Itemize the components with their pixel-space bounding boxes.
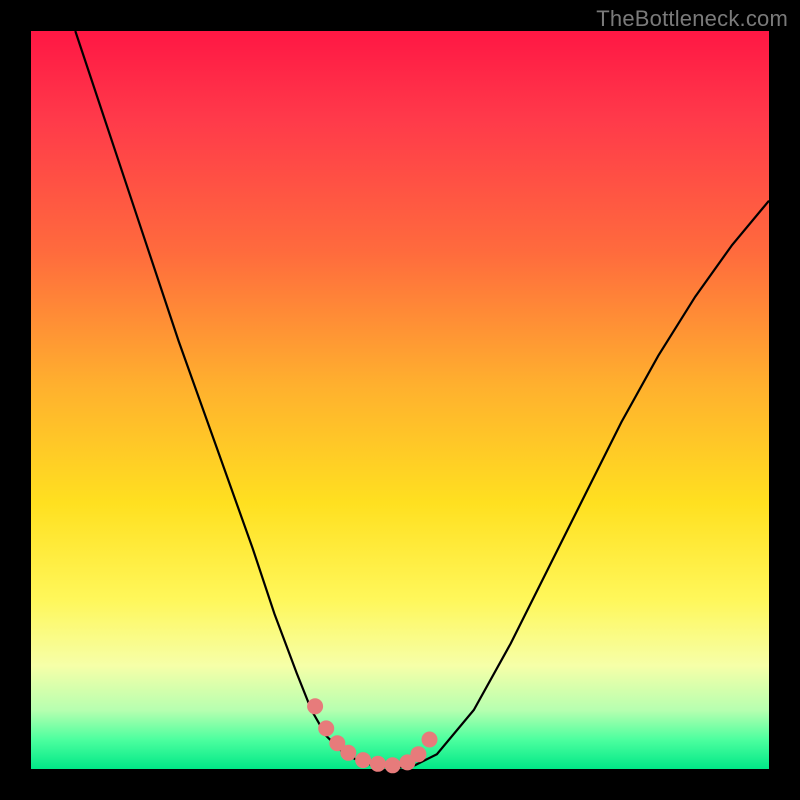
marker-dot [422,732,438,748]
marker-dot [410,746,426,762]
chart-svg [31,31,769,769]
watermark-text: TheBottleneck.com [596,6,788,32]
plot-area [31,31,769,769]
curve-line [75,31,769,768]
marker-dots [307,698,437,773]
marker-dot [340,745,356,761]
marker-dot [385,757,401,773]
marker-dot [318,720,334,736]
chart-frame: TheBottleneck.com [0,0,800,800]
marker-dot [307,698,323,714]
marker-dot [370,756,386,772]
marker-dot [355,752,371,768]
bottleneck-curve [75,31,769,768]
